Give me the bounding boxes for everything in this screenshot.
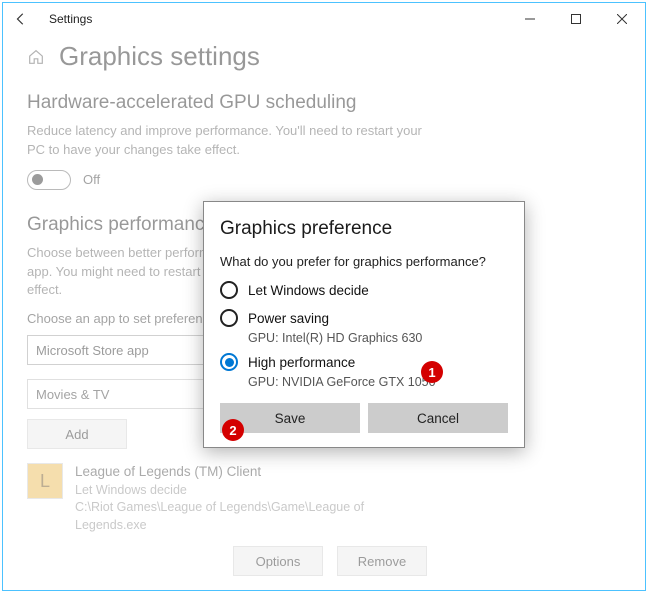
minimize-button[interactable] xyxy=(507,3,553,35)
radio-let-windows-decide[interactable]: Let Windows decide xyxy=(220,281,508,299)
gpu-scheduling-toggle[interactable] xyxy=(27,170,71,190)
dialog-title: Graphics preference xyxy=(220,218,508,240)
page-title: Graphics settings xyxy=(59,41,260,72)
app-type-value: Microsoft Store app xyxy=(36,343,149,358)
section-title-gpu: Hardware-accelerated GPU scheduling xyxy=(27,92,621,114)
gpu-scheduling-description: Reduce latency and improve performance. … xyxy=(27,122,427,160)
app-row[interactable]: L League of Legends (TM) Client Let Wind… xyxy=(27,463,621,534)
app-name: League of Legends (TM) Client xyxy=(75,463,435,482)
radio-icon xyxy=(220,281,238,299)
settings-window: Settings Graphics settings Hardware-acce… xyxy=(2,2,646,591)
window-title: Settings xyxy=(35,12,507,26)
radio-power-saving[interactable]: Power saving xyxy=(220,309,508,327)
annotation-badge-1: 1 xyxy=(421,361,443,383)
radio-label: Let Windows decide xyxy=(248,283,369,298)
graphics-preference-dialog: Graphics preference What do you prefer f… xyxy=(203,201,525,448)
close-button[interactable] xyxy=(599,3,645,35)
add-button[interactable]: Add xyxy=(27,419,127,449)
home-icon[interactable] xyxy=(27,48,45,66)
radio-high-performance[interactable]: High performance xyxy=(220,353,508,371)
options-button[interactable]: Options xyxy=(233,546,323,576)
back-button[interactable] xyxy=(7,5,35,33)
app-info: Movies & TV Let Windows decide xyxy=(75,590,187,591)
remove-button[interactable]: Remove xyxy=(337,546,427,576)
high-performance-gpu: GPU: NVIDIA GeForce GTX 1050 xyxy=(248,375,508,389)
radio-icon-selected xyxy=(220,353,238,371)
app-pref: Let Windows decide xyxy=(75,482,435,500)
app-icon: ▶ xyxy=(27,590,63,591)
app-row[interactable]: ▶ Movies & TV Let Windows decide xyxy=(27,590,621,591)
dialog-question: What do you prefer for graphics performa… xyxy=(220,254,508,269)
app-path: C:\Riot Games\League of Legends\Game\Lea… xyxy=(75,499,435,534)
cancel-button[interactable]: Cancel xyxy=(368,403,508,433)
app-icon: L xyxy=(27,463,63,499)
radio-label: High performance xyxy=(248,355,355,370)
app-info: League of Legends (TM) Client Let Window… xyxy=(75,463,435,534)
title-bar: Settings xyxy=(3,3,645,35)
radio-label: Power saving xyxy=(248,311,329,326)
toggle-state-label: Off xyxy=(83,172,100,187)
radio-icon xyxy=(220,309,238,327)
maximize-button[interactable] xyxy=(553,3,599,35)
app-name: Movies & TV xyxy=(75,590,187,591)
app-picker-value: Movies & TV xyxy=(36,387,109,402)
power-saving-gpu: GPU: Intel(R) HD Graphics 630 xyxy=(248,331,508,345)
annotation-badge-2: 2 xyxy=(222,419,244,441)
